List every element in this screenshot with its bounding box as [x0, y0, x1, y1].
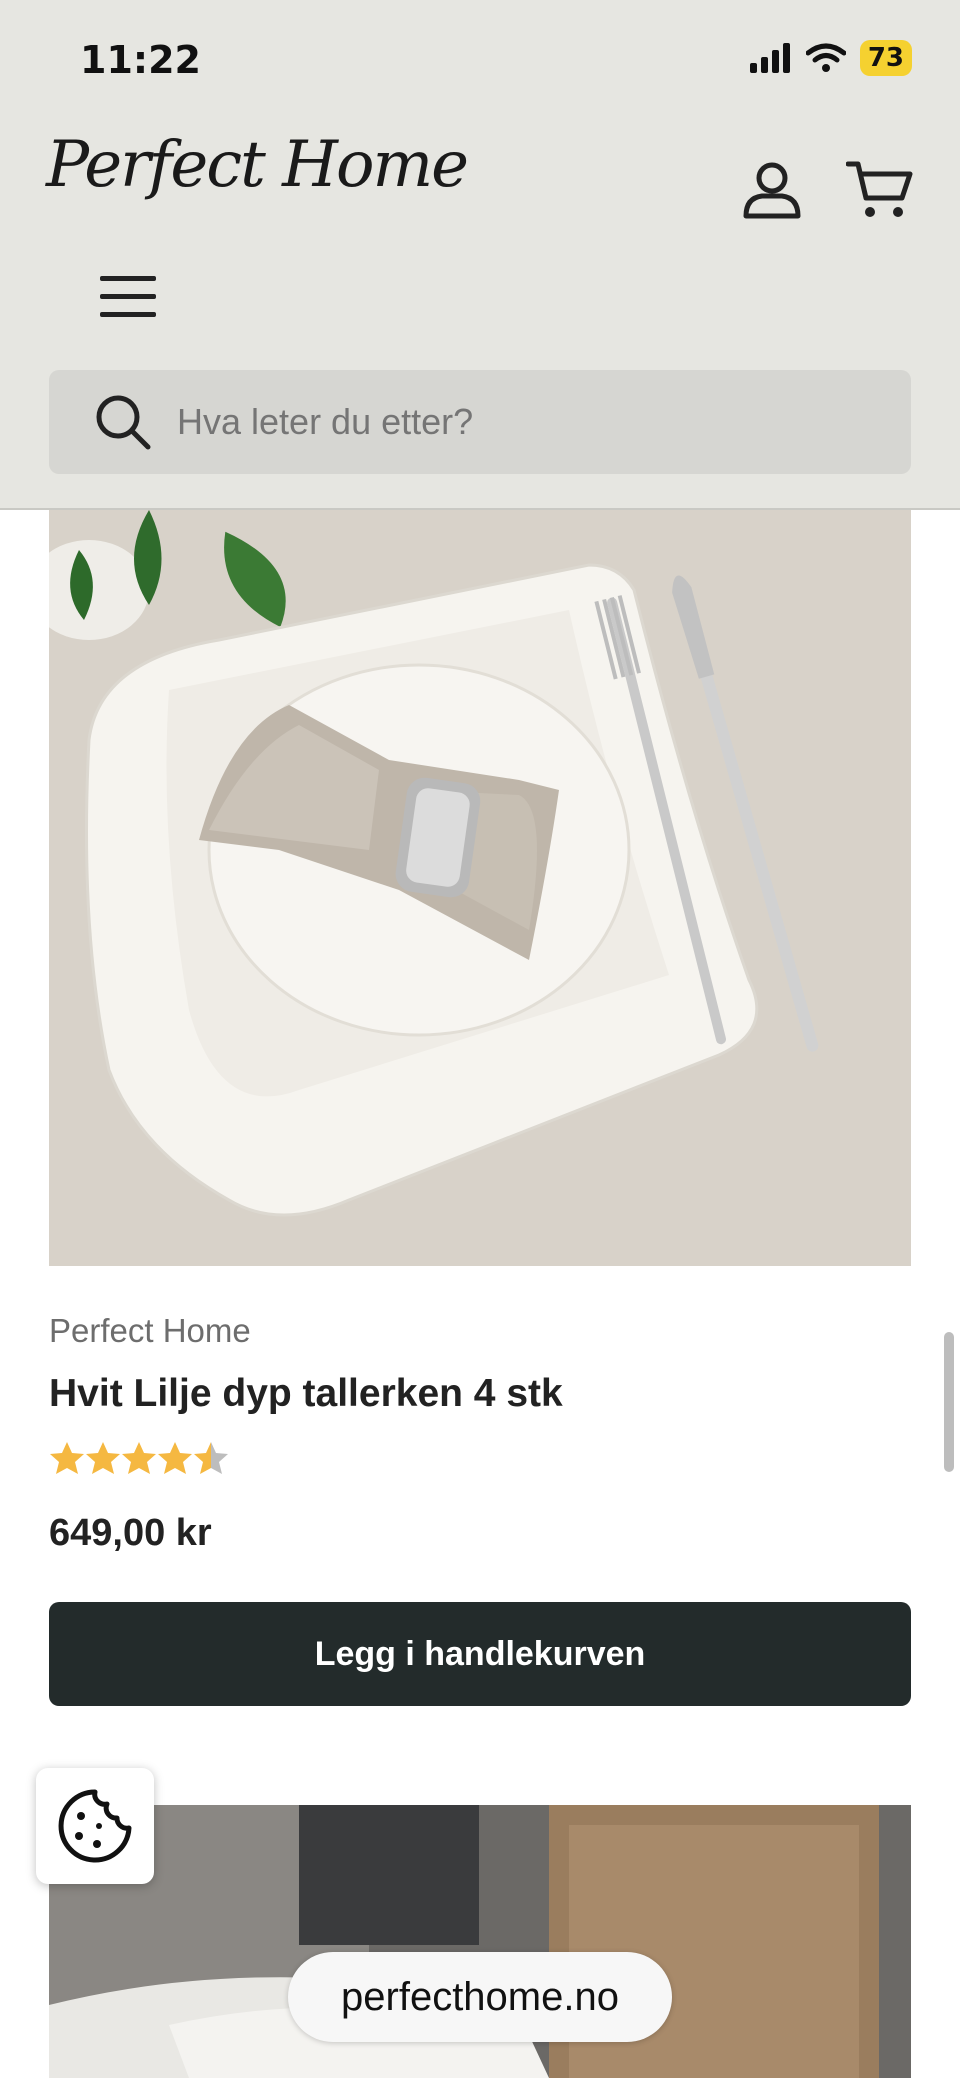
product-title[interactable]: Hvit Lilje dyp tallerken 4 stk — [49, 1372, 563, 1416]
star-icon — [50, 1442, 84, 1474]
star-icon — [122, 1442, 156, 1474]
product-price: 649,00 kr — [49, 1512, 212, 1554]
product-photo — [49, 510, 911, 1266]
signal-icon — [749, 43, 790, 73]
product-brand: Perfect Home — [49, 1312, 251, 1349]
account-icon[interactable] — [740, 158, 804, 222]
battery-indicator: 73 — [859, 40, 912, 76]
rating-stars — [50, 1442, 228, 1474]
cookie-settings-button[interactable] — [36, 1768, 154, 1884]
cart-icon[interactable] — [846, 158, 914, 222]
search-bar[interactable] — [49, 370, 911, 474]
add-to-cart-button[interactable]: Legg i handlekurven — [49, 1602, 911, 1706]
wifi-icon — [805, 43, 846, 72]
star-half-icon — [194, 1442, 228, 1474]
hamburger-menu-icon[interactable] — [100, 272, 156, 322]
cookie-icon — [58, 1789, 132, 1863]
star-icon — [158, 1442, 192, 1474]
search-icon[interactable] — [93, 392, 153, 452]
logo[interactable]: Perfect Home — [46, 128, 469, 248]
browser-url-bar[interactable]: perfecthome.no — [288, 1952, 672, 2042]
scrollbar[interactable] — [944, 1332, 954, 1472]
product-image[interactable] — [49, 510, 911, 1266]
status-icons: 73 — [749, 40, 912, 76]
site-header: 11:22 73 Perfect Home — [0, 0, 960, 510]
status-time: 11:22 — [80, 38, 201, 82]
star-icon — [86, 1442, 120, 1474]
logo-text: Perfect Home — [46, 128, 469, 202]
search-input[interactable] — [177, 401, 857, 443]
